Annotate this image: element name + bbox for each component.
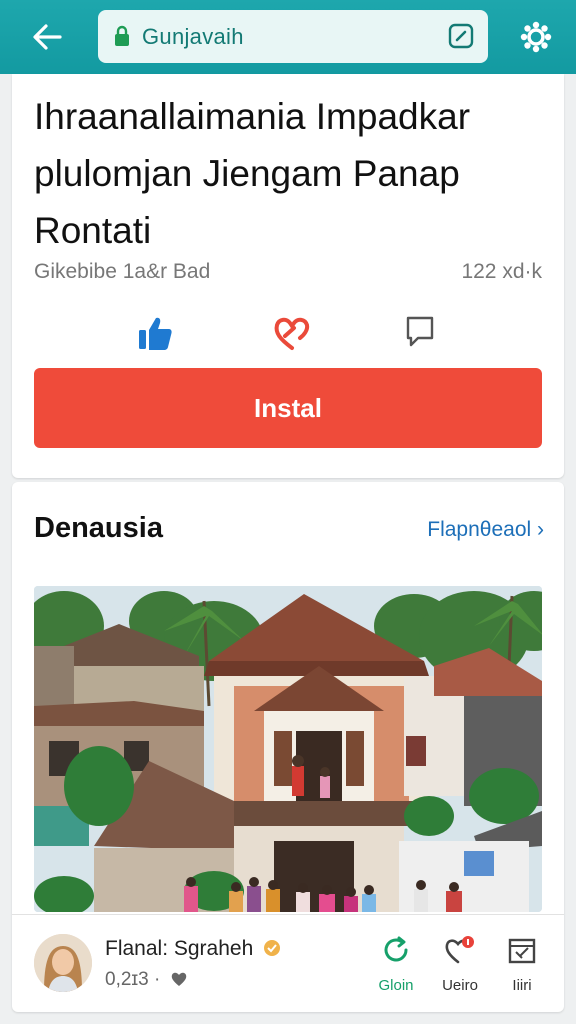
avatar[interactable] <box>34 934 92 992</box>
heart-icon <box>171 972 186 986</box>
address-bar[interactable]: Gunjavaih <box>98 10 488 63</box>
frame-label: Iiiri <box>512 977 532 994</box>
author-count: 0,2ɪ3 · <box>105 969 188 991</box>
house-photo[interactable] <box>34 586 542 912</box>
divider <box>12 914 564 915</box>
app-size: 122 xd·k <box>461 260 542 283</box>
section-card: Denausia Flapnθeaol › Flanal: Sgraheh 0,… <box>12 482 564 1012</box>
author-name-text: Flanal: Sgraheh <box>105 937 254 960</box>
join-label: Gloin <box>378 977 414 994</box>
badge-icon <box>264 940 281 956</box>
install-button[interactable]: Instal <box>34 368 542 448</box>
author-count-text: 0,2ɪ3 · <box>105 969 161 990</box>
frame-icon <box>508 938 536 964</box>
favorite-button[interactable] <box>272 314 312 357</box>
edit-icon[interactable] <box>448 23 474 49</box>
heart-icon <box>274 317 310 350</box>
join-button[interactable]: Gloin <box>366 934 426 994</box>
app-card: Ihraanallaimania Impadkar plulomjan Jien… <box>12 74 564 478</box>
house-illustration <box>34 586 542 912</box>
gear-icon[interactable] <box>518 19 554 55</box>
section-title: Denausia <box>34 512 163 544</box>
like-footer-button[interactable]: Ueiro <box>430 934 490 994</box>
user-photo <box>34 934 92 992</box>
heart-icon <box>445 936 474 964</box>
top-bar: Gunjavaih <box>0 0 576 74</box>
url-text: Gunjavaih <box>142 24 244 49</box>
refresh-icon <box>384 936 408 962</box>
app-title: Ihraanallaimania Impadkar plulomjan Jien… <box>34 96 471 251</box>
comment-icon <box>406 316 434 347</box>
like-button[interactable] <box>136 314 174 357</box>
comment-button[interactable] <box>404 314 436 353</box>
app-meta: Gikebibe 1a&r Bad <box>34 260 211 283</box>
author-name: Flanal: Sgraheh <box>105 937 281 961</box>
arrow-left-icon <box>33 24 62 50</box>
lock-icon <box>115 25 129 46</box>
thumbs-up-icon <box>139 317 172 350</box>
frame-button[interactable]: Iiiri <box>492 934 552 994</box>
back-button[interactable] <box>28 20 66 54</box>
see-more-link[interactable]: Flapnθeaol › <box>427 518 544 542</box>
like-label: Ueiro <box>442 977 478 994</box>
